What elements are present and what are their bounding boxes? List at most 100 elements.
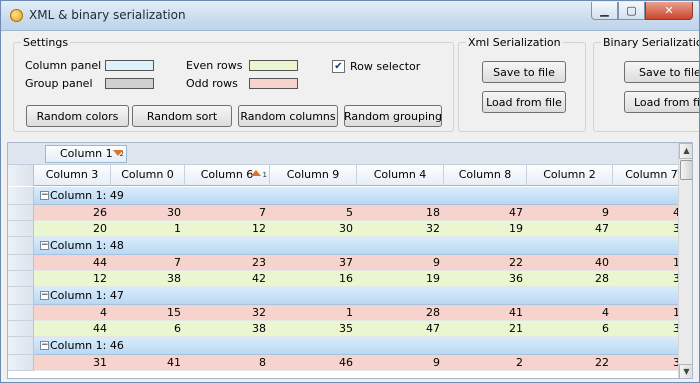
table-cell[interactable]: 21 xyxy=(444,321,527,337)
table-cell[interactable]: 2 xyxy=(444,355,527,371)
row-selector[interactable] xyxy=(8,187,34,205)
table-cell[interactable]: 19 xyxy=(357,271,444,287)
table-cell[interactable]: 32 xyxy=(357,221,444,237)
group-panel-color-swatch[interactable] xyxy=(105,78,154,89)
even-rows-color-swatch[interactable] xyxy=(249,60,298,71)
column-header-column-8[interactable]: Column 8 xyxy=(444,165,527,186)
table-cell[interactable]: 18 xyxy=(357,205,444,221)
row-selector[interactable] xyxy=(8,255,34,271)
column-header-column-6[interactable]: Column 6 1 xyxy=(185,165,270,186)
maximize-button[interactable]: ▢ xyxy=(618,2,645,20)
table-cell[interactable]: 41 xyxy=(444,305,527,321)
table-cell[interactable]: 30 xyxy=(111,205,185,221)
table-row[interactable]: 44638354721635 xyxy=(34,321,687,337)
binary-load-button[interactable]: Load from file xyxy=(624,91,699,113)
minimize-button[interactable]: ▁ xyxy=(591,2,618,20)
scroll-thumb[interactable] xyxy=(680,160,692,180)
xml-save-button[interactable]: Save to file xyxy=(482,61,566,83)
group-row[interactable]: − Column 1: 48 xyxy=(34,237,678,255)
table-cell[interactable]: 46 xyxy=(270,355,357,371)
table-cell[interactable]: 15 xyxy=(111,305,185,321)
table-cell[interactable]: 40 xyxy=(527,255,613,271)
row-selector[interactable] xyxy=(8,355,34,371)
grouped-column-button[interactable]: Column 1 2 xyxy=(45,145,127,163)
column-header-column-2[interactable]: Column 2 xyxy=(527,165,613,186)
random-colors-button[interactable]: Random colors xyxy=(26,105,129,127)
random-sort-button[interactable]: Random sort xyxy=(132,105,232,127)
table-cell[interactable]: 19 xyxy=(444,221,527,237)
row-selector[interactable] xyxy=(8,287,34,305)
column-header-column-4[interactable]: Column 4 xyxy=(357,165,444,186)
row-selector[interactable] xyxy=(8,271,34,287)
binary-save-button[interactable]: Save to file xyxy=(624,61,699,83)
table-cell[interactable]: 23 xyxy=(185,255,270,271)
table-cell[interactable]: 26 xyxy=(34,205,111,221)
table-cell[interactable]: 6 xyxy=(111,321,185,337)
close-button[interactable]: ✕ xyxy=(645,2,693,20)
table-cell[interactable]: 32 xyxy=(185,305,270,321)
table-cell[interactable]: 47 xyxy=(527,221,613,237)
group-row[interactable]: − Column 1: 47 xyxy=(34,287,678,305)
table-cell[interactable]: 1 xyxy=(111,221,185,237)
table-row[interactable]: 44723379224013 xyxy=(34,255,687,271)
collapse-icon[interactable]: − xyxy=(40,341,49,350)
collapse-icon[interactable]: − xyxy=(40,241,49,250)
table-cell[interactable]: 9 xyxy=(527,205,613,221)
table-cell[interactable]: 28 xyxy=(357,305,444,321)
table-cell[interactable]: 44 xyxy=(34,255,111,271)
table-cell[interactable]: 47 xyxy=(444,205,527,221)
table-cell[interactable]: 6 xyxy=(527,321,613,337)
table-cell[interactable]: 12 xyxy=(34,271,111,287)
table-cell[interactable]: 22 xyxy=(444,255,527,271)
row-selector[interactable] xyxy=(8,337,34,355)
table-cell[interactable]: 41 xyxy=(111,355,185,371)
table-cell[interactable]: 28 xyxy=(527,271,613,287)
table-cell[interactable]: 9 xyxy=(357,355,444,371)
row-selector[interactable] xyxy=(8,305,34,321)
scroll-up-icon[interactable]: ▲ xyxy=(679,143,692,159)
table-cell[interactable]: 4 xyxy=(527,305,613,321)
data-grid[interactable]: Column 1 2 Column 3 Column 0 Column 6 1 Colu… xyxy=(7,142,693,379)
table-row[interactable]: 1238421619362835 xyxy=(34,271,687,287)
table-cell[interactable]: 42 xyxy=(185,271,270,287)
table-row[interactable]: 4153212841412 xyxy=(34,305,687,321)
random-grouping-button[interactable]: Random grouping xyxy=(344,105,442,127)
table-cell[interactable]: 1 xyxy=(270,305,357,321)
column-panel-color-swatch[interactable] xyxy=(105,60,154,71)
table-cell[interactable]: 7 xyxy=(185,205,270,221)
table-cell[interactable]: 20 xyxy=(34,221,111,237)
table-cell[interactable]: 7 xyxy=(111,255,185,271)
xml-load-button[interactable]: Load from file xyxy=(482,91,566,113)
random-columns-button[interactable]: Random columns xyxy=(238,105,338,127)
row-selector[interactable] xyxy=(8,205,34,221)
table-cell[interactable]: 47 xyxy=(357,321,444,337)
group-row[interactable]: − Column 1: 49 xyxy=(34,187,678,205)
title-bar[interactable]: XML & binary serialization ▁ ▢ ✕ xyxy=(1,1,699,31)
table-cell[interactable]: 44 xyxy=(34,321,111,337)
table-cell[interactable]: 9 xyxy=(357,255,444,271)
table-cell[interactable]: 12 xyxy=(185,221,270,237)
table-cell[interactable]: 35 xyxy=(270,321,357,337)
table-row[interactable]: 3141846922239 xyxy=(34,355,687,371)
row-selector[interactable] xyxy=(8,237,34,255)
row-selector[interactable] xyxy=(8,321,34,337)
table-cell[interactable]: 22 xyxy=(527,355,613,371)
table-cell[interactable]: 5 xyxy=(270,205,357,221)
table-cell[interactable]: 16 xyxy=(270,271,357,287)
table-cell[interactable]: 38 xyxy=(111,271,185,287)
group-row[interactable]: − Column 1: 46 xyxy=(34,337,678,355)
table-row[interactable]: 2630751847947 xyxy=(34,205,687,221)
table-cell[interactable]: 8 xyxy=(185,355,270,371)
table-cell[interactable]: 38 xyxy=(185,321,270,337)
table-row[interactable]: 201123032194732 xyxy=(34,221,687,237)
table-cell[interactable]: 37 xyxy=(270,255,357,271)
table-cell[interactable]: 31 xyxy=(34,355,111,371)
column-header-column-9[interactable]: Column 9 xyxy=(270,165,357,186)
scroll-down-icon[interactable]: ▼ xyxy=(679,364,692,378)
odd-rows-color-swatch[interactable] xyxy=(249,78,298,89)
row-selector-checkbox[interactable]: ✔ xyxy=(332,60,345,73)
table-cell[interactable]: 36 xyxy=(444,271,527,287)
row-selector[interactable] xyxy=(8,221,34,237)
vertical-scrollbar[interactable]: ▲ ▼ xyxy=(678,143,692,378)
column-header-column-0[interactable]: Column 0 xyxy=(111,165,185,186)
